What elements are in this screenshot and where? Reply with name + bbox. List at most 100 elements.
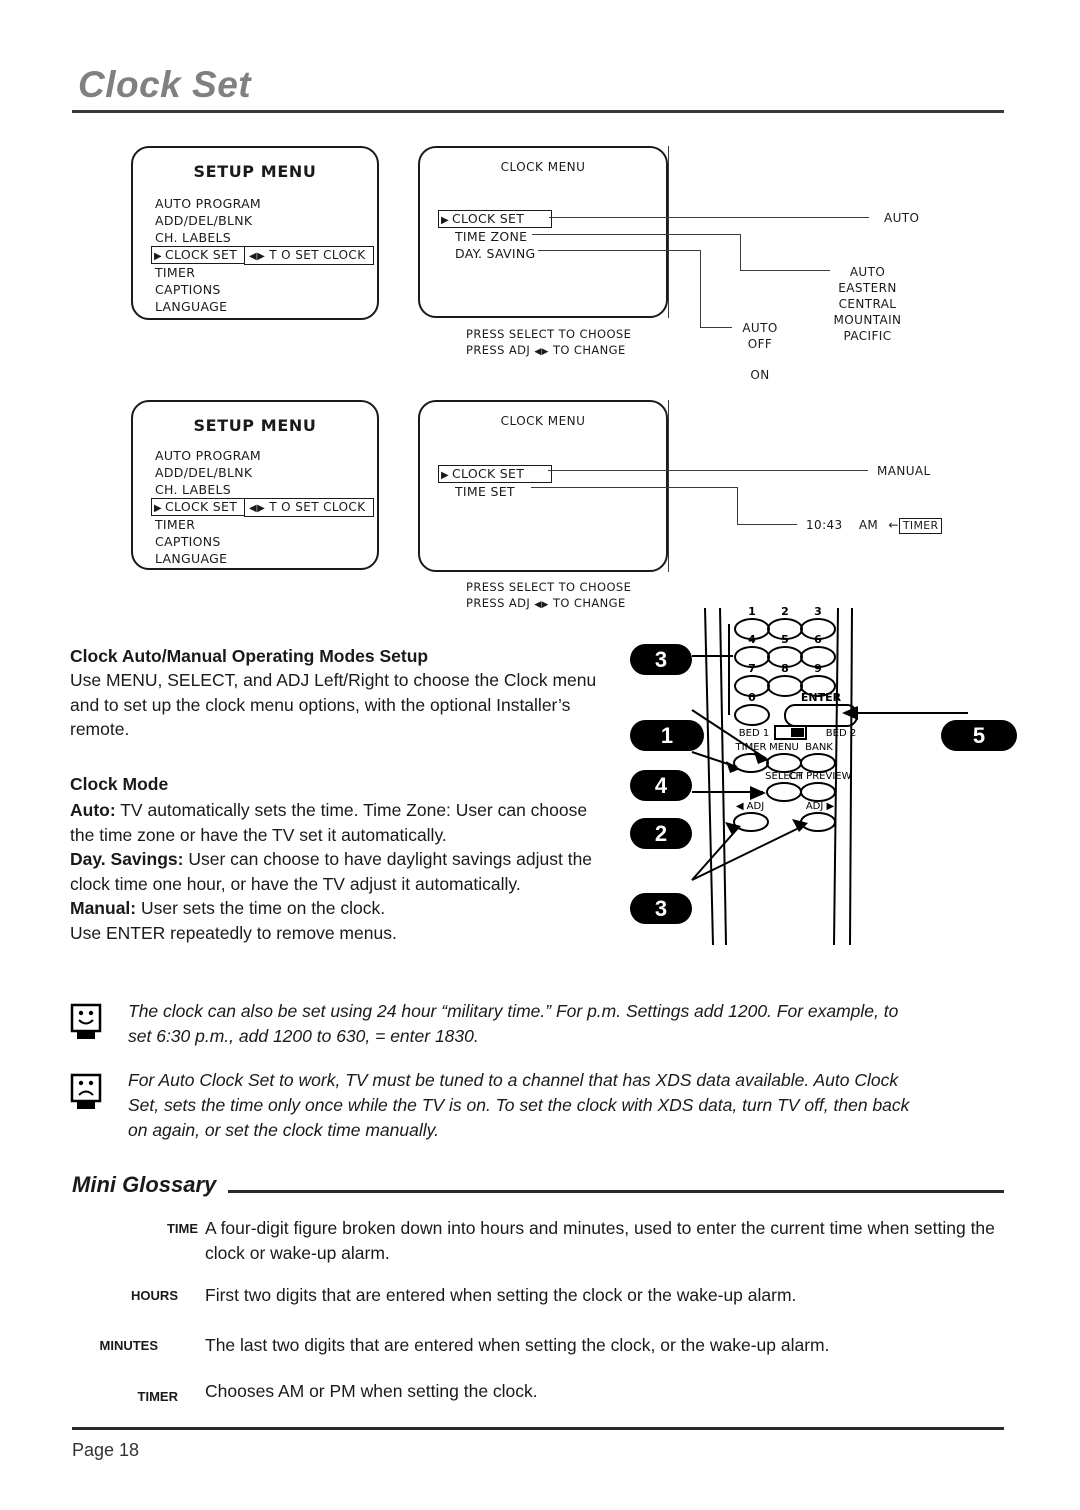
clock-menu-title: CLOCK MENU	[500, 160, 586, 174]
clock-menu-right-rail-top	[668, 146, 670, 318]
footer-divider	[72, 1427, 1004, 1430]
selection-caret-icon: ▶	[441, 215, 449, 226]
timer-chip: TIMER	[898, 518, 943, 534]
setup-menu-item-add-del-blnk[interactable]: ADD/DEL/BLNK	[155, 212, 265, 229]
clock-menu-item-time-zone[interactable]: TIME ZONE	[442, 228, 556, 245]
press-adj-label: PRESS ADJ	[466, 343, 531, 357]
time-zone-option-central: CENTRAL	[838, 297, 897, 311]
section-heading-clock-mode: Clock Mode	[70, 774, 169, 794]
setup-menu-item-language[interactable]: LANGUAGE	[155, 298, 265, 315]
glossary-definition-minutes: The last two digits that are entered whe…	[205, 1335, 830, 1355]
glossary-definition-hours: First two digits that are entered when s…	[205, 1285, 797, 1305]
time-value: 10:43	[806, 518, 843, 532]
setup-menu-item-clock-set-label: CLOCK SET	[165, 247, 238, 262]
clock-menu-item-clock-set[interactable]: ▶ CLOCK SET	[438, 210, 552, 228]
page-number: Page 18	[72, 1440, 140, 1460]
glossary-definition-timer: Chooses AM or PM when setting the clock.	[205, 1381, 538, 1401]
clock-mode-descriptions: Auto: TV automatically sets the time. Ti…	[70, 798, 615, 945]
adj-right-key-label: ADJ ▶	[806, 801, 835, 812]
clock-menu-item-time-set[interactable]: TIME SET	[442, 483, 556, 500]
connector-time-set-h1	[531, 487, 738, 489]
setup-menu-item-timer[interactable]: TIMER	[155, 516, 265, 533]
setup-menu-hint-top: ◀▶ T O SET CLOCK	[244, 246, 375, 265]
bank-key-label: BANK	[805, 742, 833, 753]
adj-arrows-icon: ◀▶	[534, 347, 549, 357]
setup-menu-item-ch-labels[interactable]: CH. LABELS	[155, 481, 265, 498]
day-saving-option-off: OFF	[747, 337, 773, 351]
callout-1-menu: 1	[630, 720, 704, 751]
clock-menu-item-clock-set-label: CLOCK SET	[452, 466, 525, 481]
clock-menu-right-rail-bottom	[668, 400, 670, 572]
adj-arrows-icon: ◀▶	[534, 600, 549, 610]
key-label-enter: ENTER	[801, 691, 842, 704]
bed-slider-thumb	[791, 728, 804, 737]
setup-menu-item-ch-labels[interactable]: CH. LABELS	[155, 229, 265, 246]
key-label-1: 1	[748, 605, 756, 618]
to-change-label: TO CHANGE	[552, 596, 626, 610]
value-clock-set-manual: MANUAL	[877, 464, 931, 478]
mode-term-day-savings: Day. Savings:	[70, 849, 184, 869]
setup-menu-title-bottom: SETUP MENU	[193, 416, 317, 435]
selection-caret-icon: ▶	[154, 503, 162, 514]
value-clock-set-auto: AUTO	[884, 211, 920, 225]
setup-menu-box-top: SETUP MENU AUTO PROGRAM ADD/DEL/BLNK CH.…	[131, 146, 379, 320]
press-adj-label: PRESS ADJ	[466, 596, 531, 610]
clock-menu-item-day-saving[interactable]: DAY. SAVING	[442, 245, 556, 262]
time-zone-option-pacific: PACIFIC	[843, 329, 892, 343]
setup-menu-item-add-del-blnk[interactable]: ADD/DEL/BLNK	[155, 464, 265, 481]
press-note-top-line1: PRESS SELECT TO CHOOSE	[466, 327, 632, 341]
value-time-zone-list: AUTO EASTERN CENTRAL MOUNTAIN PACIFIC	[790, 264, 945, 344]
menu-key-label: MENU	[769, 742, 799, 753]
mode-text-auto: TV automatically sets the time. Time Zon…	[70, 800, 588, 845]
mode-text-manual: User sets the time on the clock.	[136, 898, 386, 918]
glossary-divider	[228, 1190, 1004, 1193]
to-change-label: TO CHANGE	[552, 343, 626, 357]
key-label-7: 7	[748, 662, 756, 675]
setup-menu-hint-label: T O SET CLOCK	[269, 500, 366, 514]
bed2-label: BED 2	[826, 728, 856, 739]
setup-menu-item-auto-program[interactable]: AUTO PROGRAM	[155, 195, 265, 212]
callout-3-adj: 3	[630, 893, 692, 924]
day-saving-option-auto: AUTO	[742, 321, 778, 335]
clock-menu-list-top: ▶ CLOCK SET TIME ZONE DAY. SAVING	[438, 210, 556, 262]
press-note-bottom-line2: PRESS ADJ ◀▶ TO CHANGE	[466, 595, 631, 613]
press-note-top: PRESS SELECT TO CHOOSE PRESS ADJ ◀▶ TO C…	[466, 326, 631, 360]
callout-5-enter: 5	[941, 720, 1017, 751]
setup-menu-item-captions[interactable]: CAPTIONS	[155, 533, 265, 550]
connector-day-saving-v	[700, 250, 702, 328]
setup-menu-item-language[interactable]: LANGUAGE	[155, 550, 265, 567]
setup-menu-hint-label: T O SET CLOCK	[269, 248, 366, 262]
selection-caret-icon: ▶	[441, 470, 449, 481]
title-divider	[72, 110, 1004, 113]
setup-menu-item-captions[interactable]: CAPTIONS	[155, 281, 265, 298]
press-note-top-line2: PRESS ADJ ◀▶ TO CHANGE	[466, 342, 631, 360]
glossary-term-minutes: MINUTES	[99, 1338, 159, 1353]
connector-day-saving-h1	[538, 250, 701, 252]
timer-arrow-icon: ←	[888, 518, 899, 532]
mode-term-manual: Manual:	[70, 898, 137, 918]
callout-4-timer: 4	[630, 770, 692, 801]
section-heading-modes-setup: Clock Auto/Manual Operating Modes Setup	[70, 646, 429, 666]
glossary-term-time: TIME	[166, 1221, 198, 1236]
adj-arrows-icon: ◀▶	[249, 503, 266, 514]
key-label-6: 6	[814, 633, 822, 646]
key-label-0: 0	[748, 691, 756, 704]
glossary-title: Mini Glossary	[72, 1172, 217, 1197]
setup-menu-item-timer[interactable]: TIMER	[155, 264, 265, 281]
press-note-bottom: PRESS SELECT TO CHOOSE PRESS ADJ ◀▶ TO C…	[466, 579, 631, 613]
connector-time-zone-h1	[532, 234, 741, 236]
clock-menu-item-clock-set[interactable]: ▶ CLOCK SET	[438, 465, 552, 483]
clock-menu-box-top: CLOCK MENU ▶ CLOCK SET TIME ZONE DAY. SAV…	[418, 146, 668, 318]
remote-control-diagram: 1 2 3 4 5 6 7 8 9 0 ENTER BED 1 BED 2 TI…	[630, 600, 1030, 946]
day-saving-option-on: ON	[750, 368, 770, 382]
key-label-4: 4	[748, 633, 756, 646]
time-zone-option-auto: AUTO	[849, 265, 886, 279]
section-paragraph-modes-setup: Use MENU, SELECT, and ADJ Left/Right to …	[70, 670, 597, 739]
glossary-definition-time: A four-digit figure broken down into hou…	[205, 1218, 995, 1263]
clock-menu-title-bottom: CLOCK MENU	[500, 414, 586, 428]
glossary-term-hours: HOURS	[131, 1288, 178, 1303]
adj-arrows-icon: ◀▶	[249, 251, 266, 262]
clock-menu-item-clock-set-label: CLOCK SET	[452, 211, 525, 226]
connector-clock-set-manual	[548, 470, 868, 472]
setup-menu-item-auto-program[interactable]: AUTO PROGRAM	[155, 447, 265, 464]
